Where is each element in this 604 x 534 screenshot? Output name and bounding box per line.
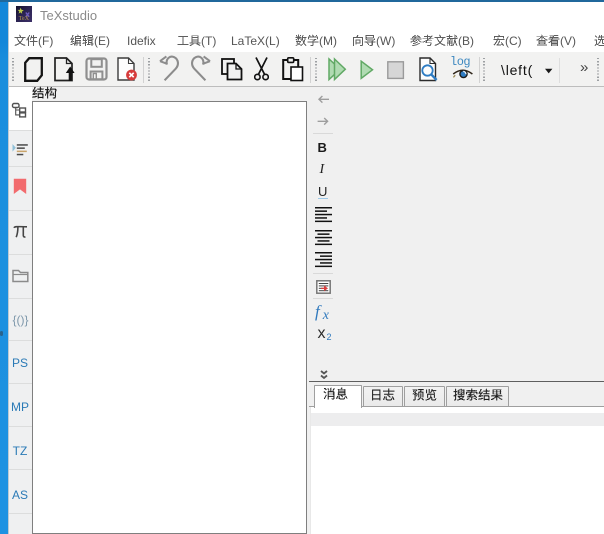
svg-text:TeX: TeX: [19, 16, 30, 22]
